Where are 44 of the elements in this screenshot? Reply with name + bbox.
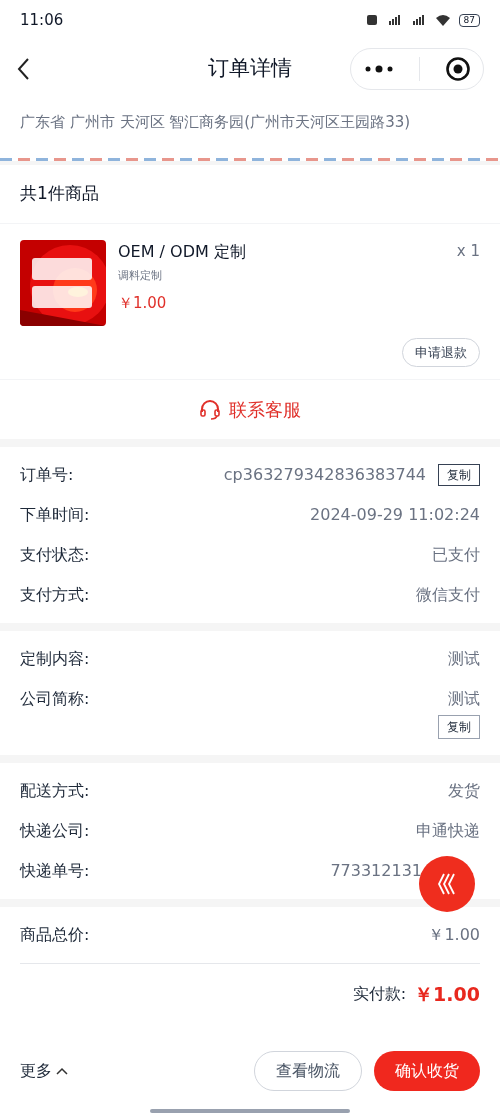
field-value: 2024-09-29 11:02:24: [310, 504, 480, 526]
paid-label: 实付款:: [352, 983, 407, 1006]
field-label: 快递公司:: [20, 820, 90, 842]
field-label: 支付状态:: [20, 544, 90, 566]
wifi-icon: [434, 14, 451, 26]
contact-service-button[interactable]: 联系客服: [199, 396, 301, 423]
confirm-receipt-button[interactable]: 确认收货: [374, 1051, 480, 1091]
headset-icon: [199, 398, 221, 421]
address-text: 广东省 广州市 天河区 智汇商务园(广州市天河区王园路33): [20, 113, 411, 131]
close-circle-icon[interactable]: [444, 56, 471, 82]
product-price: ￥1.00: [118, 293, 167, 314]
field-label: 订单号:: [20, 464, 74, 486]
field-label: 支付方式:: [20, 584, 90, 606]
status-time: 11:06: [20, 9, 64, 31]
field-label: 公司简称:: [20, 688, 90, 710]
product-name: OEM / ODM 定制: [118, 240, 246, 263]
page-title: 订单详情: [208, 55, 292, 83]
field-label: 配送方式:: [20, 780, 90, 802]
more-toggle[interactable]: 更多: [20, 1059, 68, 1083]
product-spec: 调料定制: [118, 267, 162, 284]
field-value: 申通快递: [416, 820, 480, 842]
battery-indicator: 87: [458, 13, 480, 27]
back-icon[interactable]: [16, 57, 30, 81]
field-value: cp363279342836383744: [223, 464, 426, 486]
signal-icon: [366, 14, 427, 26]
paid-amount: ￥1.00: [414, 982, 480, 1007]
field-value: 已支付: [432, 544, 480, 566]
goods-count: 共1件商品: [20, 183, 99, 203]
field-value: 测试: [448, 648, 480, 670]
more-icon[interactable]: [363, 65, 394, 73]
field-label: 下单时间:: [20, 504, 90, 526]
copy-button[interactable]: 复制: [438, 715, 480, 739]
field-label: 定制内容:: [20, 648, 90, 670]
copy-button[interactable]: 复制: [438, 464, 480, 486]
field-value: 微信支付: [416, 584, 480, 606]
caret-up-icon: [56, 1067, 68, 1075]
field-label: 快递单号:: [20, 860, 90, 882]
goods-total-value: ￥1.00: [428, 924, 480, 946]
product-quantity: x 1: [456, 240, 480, 262]
field-value: 773312131: [330, 860, 423, 882]
chevrons-left-icon: [437, 872, 457, 896]
field-value: 发货: [448, 780, 480, 802]
field-value: 测试: [448, 688, 480, 710]
goods-total-label: 商品总价:: [20, 924, 90, 946]
